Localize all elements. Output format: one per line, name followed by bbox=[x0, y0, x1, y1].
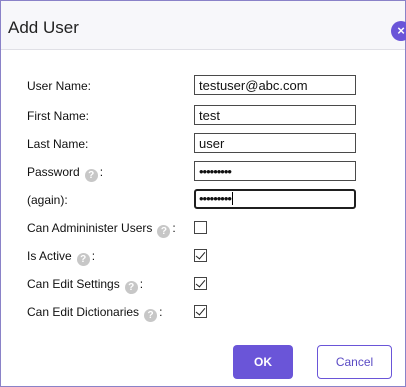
help-icon[interactable]: ? bbox=[124, 281, 138, 294]
checkmark-icon bbox=[195, 277, 206, 288]
can-edit-dictionaries-label: Can Edit Dictionaries?: bbox=[27, 305, 162, 322]
is-active-label: Is Active?: bbox=[27, 249, 95, 266]
help-icon[interactable]: ? bbox=[157, 225, 171, 238]
dialog-footer: OK Cancel bbox=[1, 341, 405, 381]
password-input[interactable]: ••••••••• bbox=[194, 161, 356, 181]
dialog-titlebar: Add User × bbox=[1, 1, 406, 50]
can-edit-dictionaries-checkbox[interactable] bbox=[194, 305, 207, 318]
help-icon[interactable]: ? bbox=[76, 253, 90, 266]
password-again-label: (again): bbox=[27, 193, 68, 207]
help-icon[interactable]: ? bbox=[84, 169, 98, 182]
last-name-label: Last Name: bbox=[27, 137, 89, 151]
can-edit-settings-label: Can Edit Settings?: bbox=[27, 277, 143, 294]
can-edit-dictionaries-label-suffix: : bbox=[159, 305, 163, 319]
dialog-title: Add User bbox=[8, 18, 79, 37]
is-active-label-text: Is Active bbox=[27, 249, 72, 263]
user-name-label: User Name: bbox=[27, 79, 92, 93]
checkmark-icon bbox=[195, 305, 206, 316]
can-administer-users-checkbox[interactable] bbox=[194, 221, 207, 234]
password-again-row: (again): ••••••••• bbox=[1, 189, 405, 213]
add-user-form: User Name: testuser@abc.com First Name: … bbox=[1, 49, 405, 322]
can-edit-dictionaries-row: Can Edit Dictionaries?: bbox=[1, 301, 405, 325]
can-administer-users-row: Can Admininister Users?: bbox=[1, 217, 405, 241]
add-user-dialog: Add User × User Name: testuser@abc.com F… bbox=[0, 0, 406, 387]
password-label-text: Password bbox=[27, 165, 80, 179]
first-name-input[interactable]: test bbox=[194, 105, 356, 125]
last-name-input[interactable]: user bbox=[194, 133, 356, 153]
can-edit-dictionaries-label-text: Can Edit Dictionaries bbox=[27, 305, 140, 319]
can-edit-settings-label-suffix: : bbox=[139, 277, 144, 291]
can-administer-users-label: Can Admininister Users?: bbox=[27, 221, 176, 238]
can-edit-settings-label-text: Can Edit Settings bbox=[27, 277, 120, 291]
password-label: Password?: bbox=[27, 165, 103, 182]
is-active-row: Is Active?: bbox=[1, 245, 405, 269]
user-name-input[interactable]: testuser@abc.com bbox=[194, 75, 356, 95]
password-again-input[interactable]: ••••••••• bbox=[194, 189, 356, 209]
text-cursor bbox=[231, 192, 233, 205]
password-row: Password?: ••••••••• bbox=[1, 161, 405, 185]
close-icon[interactable]: × bbox=[391, 21, 406, 41]
password-label-suffix: : bbox=[99, 165, 104, 179]
can-administer-users-label-text: Can Admininister Users bbox=[27, 221, 153, 235]
is-active-label-suffix: : bbox=[91, 249, 96, 263]
help-icon[interactable]: ? bbox=[144, 309, 158, 322]
first-name-label: First Name: bbox=[27, 109, 90, 123]
last-name-row: Last Name: user bbox=[1, 133, 405, 157]
ok-button[interactable]: OK bbox=[233, 345, 293, 379]
cancel-button[interactable]: Cancel bbox=[317, 345, 392, 379]
can-edit-settings-checkbox[interactable] bbox=[194, 277, 207, 290]
password-again-value: ••••••••• bbox=[199, 191, 232, 206]
is-active-checkbox[interactable] bbox=[194, 249, 207, 262]
first-name-row: First Name: test bbox=[1, 105, 405, 129]
can-edit-settings-row: Can Edit Settings?: bbox=[1, 273, 405, 297]
checkmark-icon bbox=[195, 249, 206, 260]
user-name-row: User Name: testuser@abc.com bbox=[1, 75, 405, 99]
can-administer-users-label-suffix: : bbox=[172, 221, 176, 235]
